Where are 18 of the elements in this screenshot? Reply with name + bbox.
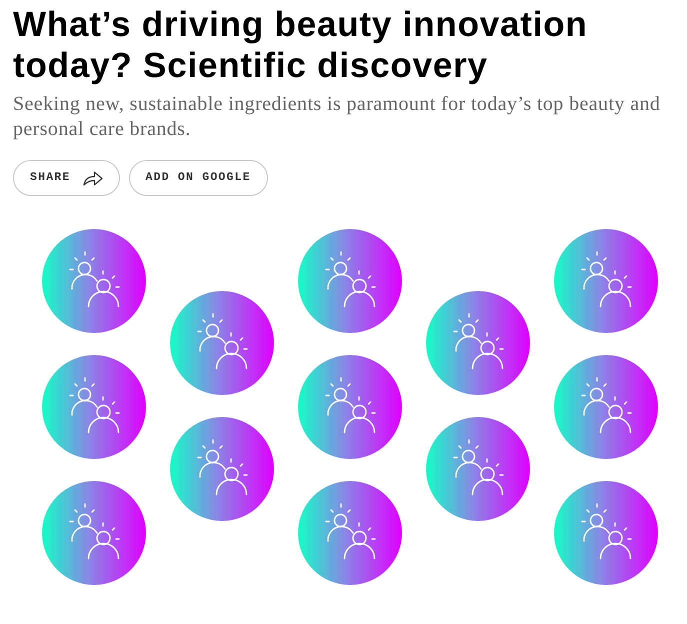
people-icon	[554, 229, 658, 333]
share-button[interactable]: SHARE	[13, 160, 120, 196]
share-arrow-icon	[82, 170, 103, 186]
add-on-google-button[interactable]: ADD ON GOOGLE	[128, 160, 268, 196]
people-icon	[298, 229, 402, 333]
people-icon	[42, 481, 146, 585]
people-icon	[298, 355, 402, 459]
people-icon	[170, 417, 274, 521]
people-icon	[298, 481, 402, 585]
people-icon	[170, 291, 274, 395]
article-subtitle: Seeking new, sustainable ingredients is paramount for today’s top beauty and personal care brands.	[13, 92, 662, 142]
article-title: What’s driving beauty innovation today? Scientific discovery	[13, 4, 589, 86]
people-icon	[554, 355, 658, 459]
people-icon	[426, 417, 530, 521]
people-icon	[554, 481, 658, 585]
people-icon	[42, 229, 146, 333]
people-icon	[426, 291, 530, 395]
people-icon	[42, 355, 146, 459]
